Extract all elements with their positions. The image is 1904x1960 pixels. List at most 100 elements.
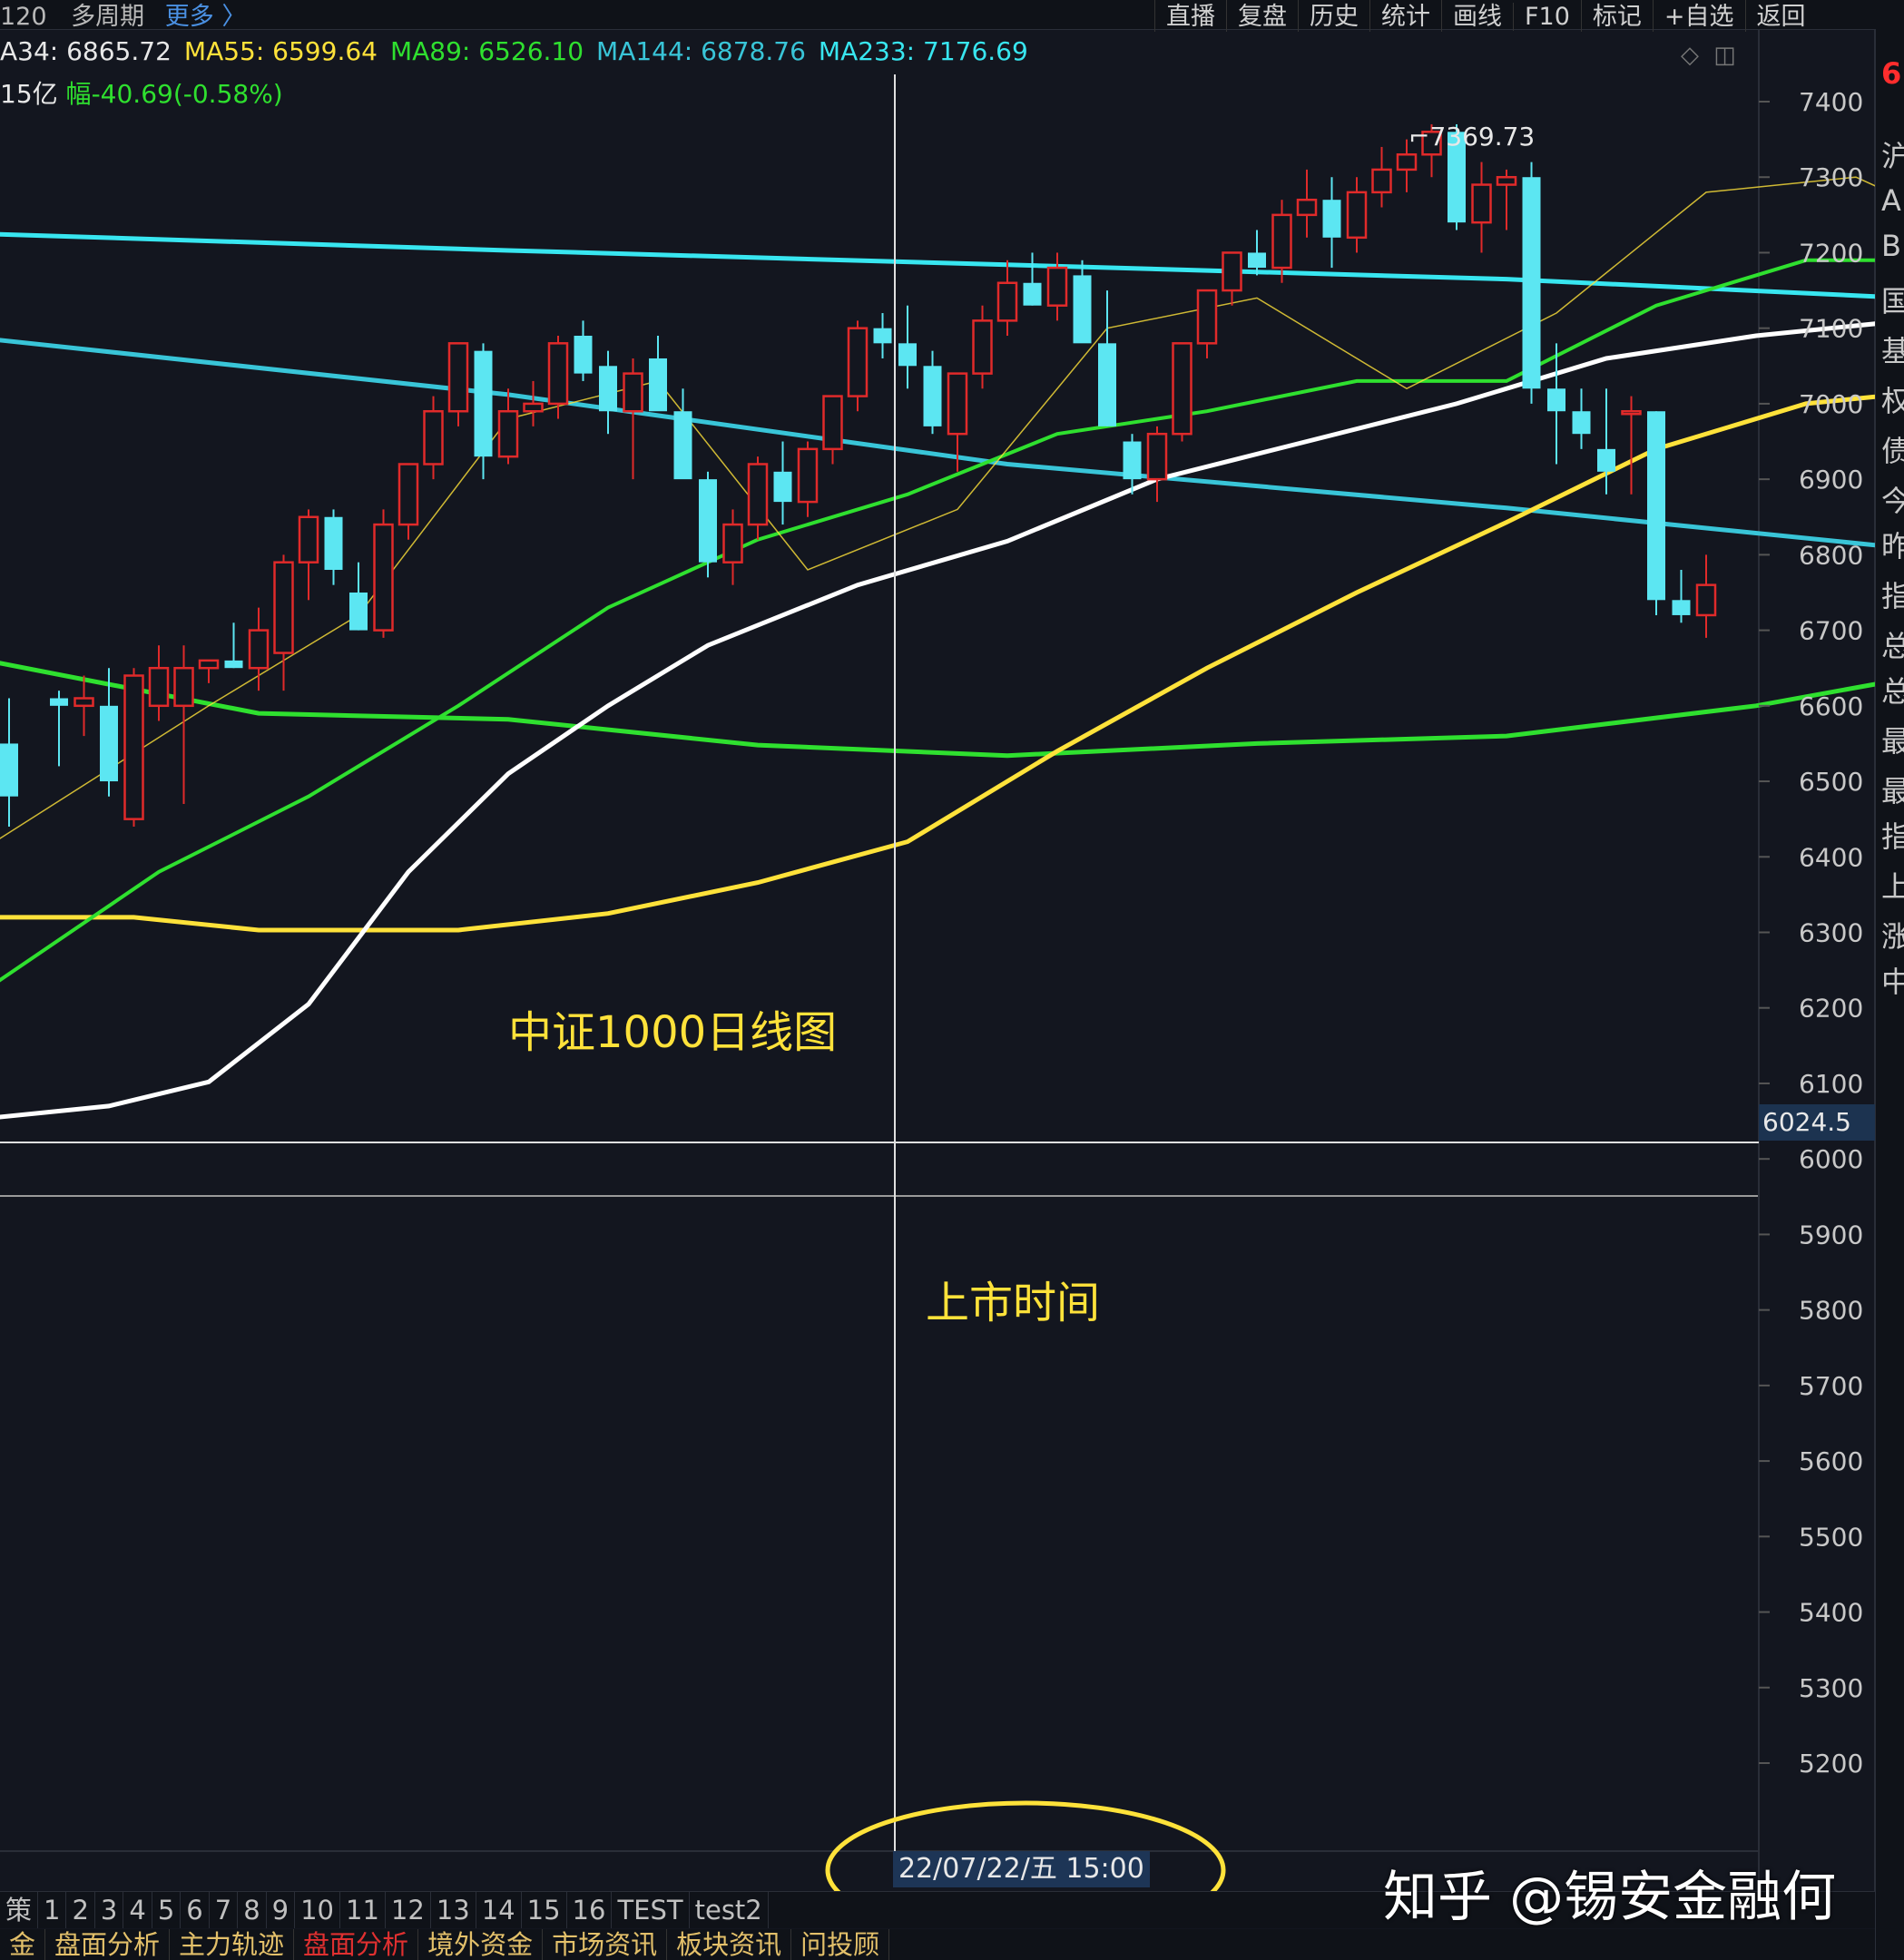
candle-body <box>74 697 94 708</box>
candle-body <box>1396 153 1418 172</box>
tab-5[interactable]: 5 <box>152 1892 182 1928</box>
analysis-tab-4[interactable]: 境外资金 <box>418 1929 544 1960</box>
candle-layer <box>0 123 1717 827</box>
analysis-tab-3[interactable]: 盘面分析 <box>294 1929 419 1960</box>
tab-18[interactable]: test2 <box>690 1892 769 1928</box>
candle-body <box>797 447 819 504</box>
price-tick-label: 5400 <box>1799 1598 1863 1628</box>
price-tick-label: 5500 <box>1799 1522 1863 1552</box>
candle <box>273 554 294 691</box>
candle-body <box>324 516 343 571</box>
side-panel-label: 总 <box>1881 669 1904 710</box>
candle-body <box>173 666 194 708</box>
analysis-tab-6[interactable]: 板块资讯 <box>667 1929 792 1960</box>
candle-body <box>623 372 643 413</box>
candle <box>74 675 94 737</box>
tab-7[interactable]: 7 <box>210 1892 239 1928</box>
candle-body <box>298 515 319 564</box>
price-tick-label: 6800 <box>1799 540 1863 570</box>
tab-10[interactable]: 10 <box>295 1892 340 1928</box>
candle <box>923 350 942 435</box>
analysis-tab-1[interactable]: 盘面分析 <box>45 1929 171 1960</box>
price-tick-label: 7200 <box>1799 238 1863 268</box>
tab-14[interactable]: 14 <box>476 1892 522 1928</box>
diamond-icon[interactable]: ◇ <box>1681 42 1699 69</box>
analysis-tab-0[interactable]: 金 <box>0 1929 46 1960</box>
tab-12[interactable]: 12 <box>386 1892 431 1928</box>
candle-body <box>1123 441 1142 480</box>
candle <box>1296 169 1318 238</box>
side-panel-label: 总 <box>1881 623 1904 665</box>
tab-9[interactable]: 9 <box>267 1892 296 1928</box>
candle <box>822 395 843 465</box>
analysis-tab-2[interactable]: 主力轨迹 <box>170 1929 295 1960</box>
tab-6[interactable]: 6 <box>181 1892 210 1928</box>
candle-body <box>248 629 270 670</box>
tab-15[interactable]: 15 <box>522 1892 567 1928</box>
candle-body <box>847 327 869 397</box>
side-panel-label: A <box>1881 183 1901 218</box>
candle <box>1695 554 1717 638</box>
candle-body <box>373 523 394 632</box>
candle <box>599 350 617 435</box>
candle-body <box>1597 448 1615 472</box>
high-price-label: ⌐7369.73 <box>1408 122 1535 152</box>
candle-body <box>224 660 243 669</box>
price-tick-label: 5300 <box>1799 1673 1863 1703</box>
candle <box>1371 146 1392 208</box>
price-tick-label: 6700 <box>1799 616 1863 646</box>
price-axis: 7400 7300 7200 7100 7000 6900 6800 6700 6600 6500… <box>1759 87 1863 1779</box>
tab-3[interactable]: 3 <box>95 1892 124 1928</box>
candle-body <box>898 343 917 367</box>
crosshair-date-tag: 22/07/22/五 15:00 <box>893 1851 1150 1887</box>
candle-body <box>1098 343 1116 426</box>
tab-2[interactable]: 2 <box>66 1892 95 1928</box>
side-panel-label: 国 <box>1881 279 1904 320</box>
analysis-tab-7[interactable]: 问投顾 <box>791 1929 890 1960</box>
candle <box>873 313 892 358</box>
candle <box>1098 290 1116 426</box>
side-panel-label: 最 <box>1881 719 1904 760</box>
chart-corner-icons: ◇ ◫ <box>1681 42 1736 69</box>
tab-4[interactable]: 4 <box>123 1892 152 1928</box>
ma-indicator-line: A34: 6865.72 MA55: 6599.64 MA89: 6526.10 MA… <box>0 36 1041 66</box>
candle <box>373 509 394 638</box>
tab-13[interactable]: 13 <box>431 1892 476 1928</box>
tab-11[interactable]: 11 <box>340 1892 386 1928</box>
analysis-tab-5[interactable]: 市场资讯 <box>543 1929 668 1960</box>
tab-0[interactable]: 策 <box>0 1892 39 1928</box>
candle-body <box>1172 342 1192 436</box>
candle <box>298 509 319 601</box>
candle <box>1146 426 1168 503</box>
candle <box>1046 252 1068 321</box>
candle-body <box>972 319 993 375</box>
candle-body <box>1346 191 1368 240</box>
price-tick-label: 7300 <box>1799 162 1863 192</box>
candle-body <box>349 592 368 631</box>
tab-17[interactable]: TEST <box>612 1892 690 1928</box>
listing-time-annotation: 上市时间 <box>926 1278 1101 1328</box>
candle <box>797 441 819 517</box>
candle-body <box>923 366 942 426</box>
price-tick-label: 6100 <box>1799 1069 1863 1099</box>
price-tick-label: 5900 <box>1799 1220 1863 1250</box>
candle-body <box>1547 388 1565 412</box>
side-panel-label: 债 <box>1881 428 1904 470</box>
candle-body <box>198 659 220 670</box>
change-label: 幅 <box>65 79 92 109</box>
change-value: -40.69(-0.58%) <box>91 79 283 109</box>
watermark-text: 知乎 @锡安金融何 <box>1383 1866 1837 1929</box>
candle <box>397 463 419 540</box>
kline-chart[interactable]: 7400 7300 7200 7100 7000 6900 6800 6700 6600 6500… <box>0 0 1875 1891</box>
side-panel-label: 涨 <box>1881 914 1904 956</box>
tab-16[interactable]: 16 <box>567 1892 613 1928</box>
price-tick-label: 7400 <box>1799 87 1863 117</box>
crosshair-price-tag: 6024.5 <box>1759 1104 1879 1141</box>
panel-toggle-icon[interactable]: ◫ <box>1713 42 1736 69</box>
candle-body <box>773 471 792 503</box>
side-panel-label: 权 <box>1881 378 1904 420</box>
tab-1[interactable]: 1 <box>38 1892 67 1928</box>
tab-8[interactable]: 8 <box>238 1892 267 1928</box>
candle-body <box>148 666 170 708</box>
candle-body <box>747 463 769 526</box>
